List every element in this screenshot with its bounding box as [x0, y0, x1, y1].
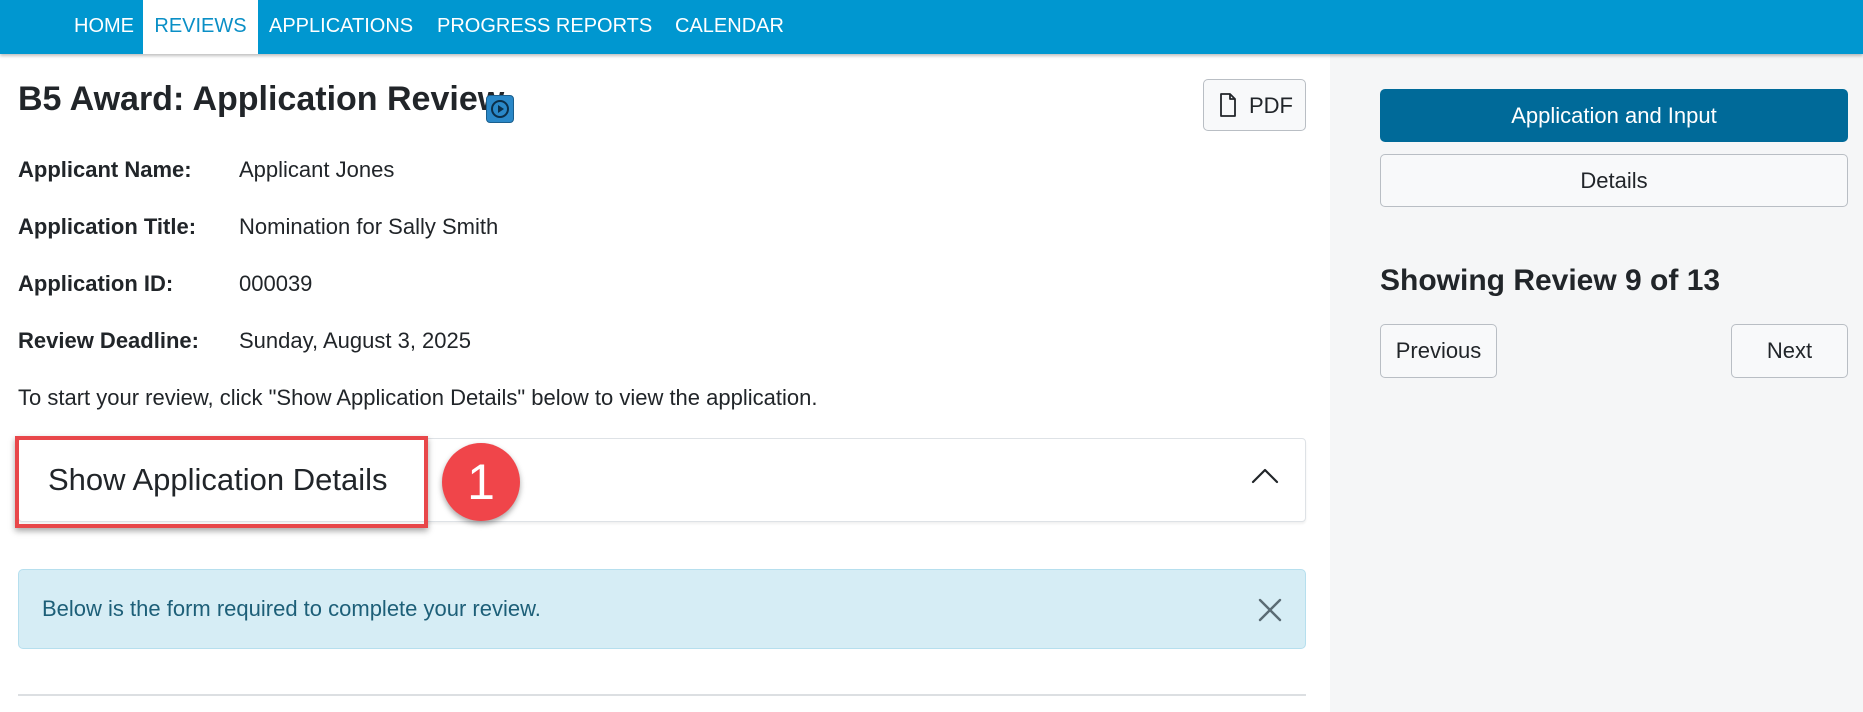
application-id-label: Application ID:: [18, 271, 174, 296]
applicant-name-value: Applicant Jones: [239, 157, 395, 182]
applicant-name-label: Applicant Name:: [18, 157, 192, 182]
nav-item-home[interactable]: HOME: [63, 0, 145, 54]
accordion-title[interactable]: Show Application Details: [48, 462, 387, 498]
next-button[interactable]: Next: [1731, 324, 1848, 378]
application-title-label: Application Title:: [18, 214, 197, 239]
review-count-heading: Showing Review 9 of 13: [1380, 264, 1721, 297]
pdf-button-label: PDF: [1249, 93, 1293, 118]
details-button[interactable]: Details: [1380, 154, 1848, 207]
chevron-up-icon[interactable]: [1251, 467, 1279, 490]
previous-button[interactable]: Previous: [1380, 324, 1497, 378]
application-details-accordion[interactable]: Show Application Details: [18, 438, 1306, 522]
review-deadline-label: Review Deadline:: [18, 328, 199, 353]
play-video-icon[interactable]: [486, 95, 514, 123]
nav-item-progress-reports[interactable]: PROGRESS REPORTS: [426, 0, 663, 54]
nav-item-calendar[interactable]: CALENDAR: [664, 0, 795, 54]
close-icon[interactable]: [1257, 597, 1283, 628]
alert-message: Below is the form required to complete y…: [42, 596, 541, 621]
nav-item-applications[interactable]: APPLICATIONS: [258, 0, 424, 54]
top-nav-bar: HOME REVIEWS APPLICATIONS PROGRESS REPOR…: [0, 0, 1863, 54]
review-instruction: To start your review, click "Show Applic…: [18, 385, 818, 410]
right-sidebar: Application and Input Details Showing Re…: [1330, 54, 1863, 712]
pdf-button[interactable]: PDF: [1203, 79, 1306, 131]
application-and-input-button[interactable]: Application and Input: [1380, 89, 1848, 142]
document-icon: [1219, 93, 1237, 123]
step-number-badge: 1: [442, 443, 520, 521]
page-title: B5 Award: Application Review: [18, 80, 505, 118]
info-alert: Below is the form required to complete y…: [18, 569, 1306, 649]
application-id-value: 000039: [239, 271, 313, 296]
application-title-value: Nomination for Sally Smith: [239, 214, 499, 239]
nav-item-reviews[interactable]: REVIEWS: [143, 0, 258, 54]
section-divider: [18, 694, 1306, 696]
review-deadline-value: Sunday, August 3, 2025: [239, 328, 471, 353]
